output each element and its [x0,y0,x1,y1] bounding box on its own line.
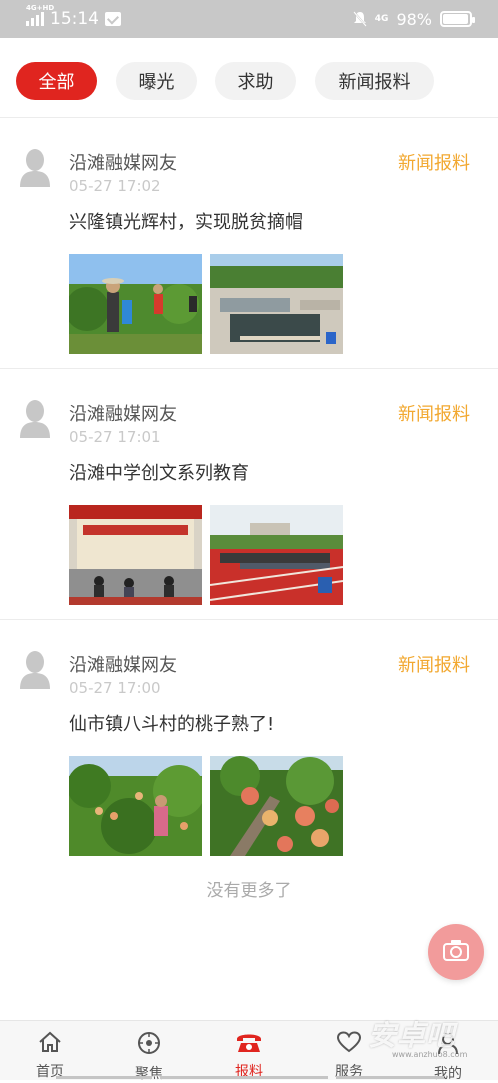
post-time: 05-27 17:02 [69,177,161,195]
post-item[interactable]: 沿滩融媒网友 05-27 17:00 新闻报料 仙市镇八斗村的桃子熟了! [0,621,498,871]
post-image-sports-field[interactable] [210,505,343,605]
nav-home[interactable]: 首页 [0,1021,100,1081]
nav-focus[interactable]: 聚焦 [99,1021,199,1082]
camera-fab-button[interactable] [428,924,484,980]
post-title[interactable]: 兴隆镇光辉村，实现脱贫摘帽 [69,208,303,234]
post-title[interactable]: 沿滩中学创文系列教育 [69,459,249,485]
battery-icon [440,11,475,27]
network-type-right: 4G [374,14,389,24]
post-image-peaches[interactable] [210,756,343,856]
post-category-tag[interactable]: 新闻报料 [398,651,470,677]
tab-all[interactable]: 全部 [16,62,97,100]
mute-bell-icon [353,11,367,27]
tab-news-tip[interactable]: 新闻报料 [315,62,434,100]
gesture-bar [336,1076,444,1079]
home-icon [38,1031,62,1057]
battery-percent: 98% [396,9,432,29]
filter-tabs: 全部 曝光 求助 新闻报料 [0,38,498,118]
post-author: 沿滩融媒网友 [69,153,177,174]
watermark-logo: 安卓吧 [368,1019,456,1052]
nav-label: 我的 [434,1066,462,1082]
battery-fill [443,14,468,24]
gesture-bar [56,1076,152,1079]
signal-icon: 4G+HD [26,4,54,26]
post-title[interactable]: 仙市镇八斗村的桃子熟了! [69,710,274,736]
status-left: 4G+HD 15:14 [26,4,121,30]
post-item[interactable]: 沿滩融媒网友 05-27 17:01 新闻报料 沿滩中学创文系列教育 [0,370,498,620]
gesture-bar [160,1076,328,1079]
post-image-school-stage[interactable] [69,505,202,605]
post-item[interactable]: 沿滩融媒网友 05-27 17:02 新闻报料 兴隆镇光辉村，实现脱贫摘帽 [0,119,498,369]
network-type: 4G+HD [26,4,55,12]
post-image-peach-orchard[interactable] [69,756,202,856]
post-time: 05-27 17:01 [69,428,161,446]
avatar [18,649,52,689]
post-category-tag[interactable]: 新闻报料 [398,149,470,175]
status-right: 4G 98% [353,8,475,30]
post-category-tag[interactable]: 新闻报料 [398,400,470,426]
nav-report[interactable]: 报料 [199,1021,299,1081]
nav-label: 聚焦 [135,1066,163,1082]
heart-icon [336,1031,362,1057]
no-more-text: 没有更多了 [206,881,292,901]
watermark-url: www.anzhuo8.com [392,1050,468,1059]
post-image-farm-workers[interactable] [69,254,202,354]
avatar [18,147,52,187]
status-time: 15:14 [50,9,99,29]
post-author: 沿滩融媒网友 [69,404,177,425]
focus-icon [137,1031,161,1059]
message-icon [105,12,121,26]
post-image-fish-pond[interactable] [210,254,343,354]
avatar [18,398,52,438]
phone-icon [235,1031,263,1057]
post-time: 05-27 17:00 [69,679,161,697]
tab-help[interactable]: 求助 [215,62,296,100]
tab-exposure[interactable]: 曝光 [116,62,197,100]
post-author: 沿滩融媒网友 [69,655,177,676]
status-bar: 4G+HD 15:14 4G 98% [0,0,498,38]
camera-icon [443,939,469,965]
